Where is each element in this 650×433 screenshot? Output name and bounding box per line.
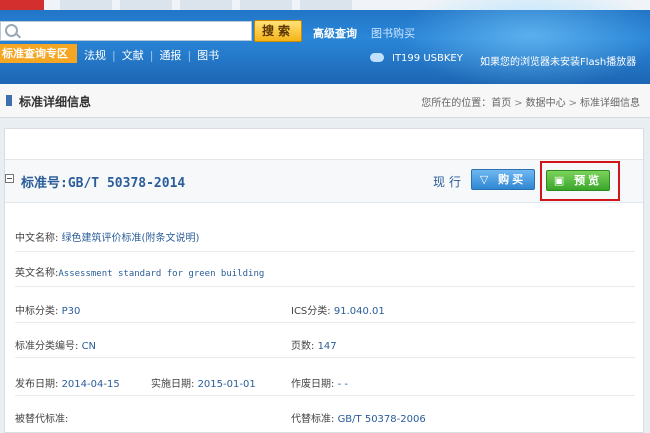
top-tab[interactable] <box>60 0 112 10</box>
field-label: 英文名称: <box>15 268 59 279</box>
field-pages: 页数: 147 <box>291 337 337 352</box>
standard-header: 标准号:GB/T 50378-2014 现行 ▽ 购买 ▣ 预览 <box>5 159 643 203</box>
main-nav: 法规 | 文献 | 通报 | 图书 <box>84 47 219 63</box>
field-label: 实施日期: <box>151 379 195 390</box>
nav-link-notices[interactable]: 通报 <box>159 47 181 63</box>
breadcrumb: 您所在的位置：首页 > 数据中心 > 标准详细信息 <box>421 94 640 109</box>
field-ccs: 中标分类: P30 <box>15 302 80 317</box>
field-value: 2014-04-15 <box>61 379 120 390</box>
field-replaces: 代替标准: GB/T 50378-2006 <box>291 410 426 425</box>
divider <box>15 251 635 252</box>
top-tab[interactable] <box>180 0 232 10</box>
nav-divider: | <box>187 49 192 62</box>
divider <box>15 357 635 358</box>
standard-number: 标准号:GB/T 50378-2014 <box>21 176 186 191</box>
status-badge: 现行 <box>433 175 466 189</box>
field-label: 中文名称: <box>15 233 59 244</box>
chevron-right-icon: > <box>568 98 577 109</box>
field-replaced-by: 被替代标准: <box>15 410 68 425</box>
field-label: 被替代标准: <box>15 414 69 425</box>
breadcrumb-item-current: 标准详细信息 <box>580 98 640 109</box>
highlight-box <box>540 161 620 201</box>
divider <box>15 286 635 287</box>
nav-link-regulations[interactable]: 法规 <box>84 47 106 63</box>
field-label: 发布日期: <box>15 379 59 390</box>
field-value[interactable]: 绿色建筑评价标准(附条文说明) <box>62 233 200 244</box>
usbkey-text: IT199 USBKEY <box>392 53 463 64</box>
divider <box>15 322 635 323</box>
field-cn-name: 中文名称: 绿色建筑评价标准(附条文说明) <box>15 229 199 244</box>
buy-button[interactable]: ▽ 购买 <box>471 169 535 190</box>
flash-notice[interactable]: 如果您的浏览器未安装Flash播放器 <box>480 53 636 68</box>
field-category-code: 标准分类编号: CN <box>15 337 96 352</box>
field-value: 2015-01-01 <box>197 379 256 390</box>
field-label: 代替标准: <box>291 414 335 425</box>
field-value: Assessment standard for green building <box>58 269 265 279</box>
field-value: P30 <box>61 306 81 317</box>
field-value: - - <box>337 379 348 390</box>
book-buy-link[interactable]: 图书购买 <box>371 25 415 41</box>
title-marker-icon <box>6 95 12 106</box>
header-decoration <box>400 0 650 84</box>
field-label: ICS分类: <box>291 306 331 317</box>
breadcrumb-bar: 标准详细信息 您所在的位置：首页 > 数据中心 > 标准详细信息 <box>0 84 650 118</box>
top-tab[interactable] <box>120 0 172 10</box>
cloud-icon <box>370 53 384 62</box>
search-button[interactable]: 搜索 <box>254 20 302 42</box>
breadcrumb-item-data-center[interactable]: 数据中心 <box>526 98 566 109</box>
divider <box>15 395 635 396</box>
chevron-right-icon: > <box>514 98 523 109</box>
field-void-date: 作废日期: - - <box>291 375 348 390</box>
standard-search-zone-tab[interactable]: 标准查询专区 <box>0 44 77 63</box>
info-bar: IT199 USBKEY 如果您的浏览器未安装Flash播放器 <box>370 52 650 68</box>
field-value: 147 <box>317 341 337 352</box>
field-label: 作废日期: <box>291 379 335 390</box>
field-en-name: 英文名称:Assessment standard for green build… <box>15 264 264 279</box>
field-value[interactable]: GB/T 50378-2006 <box>338 414 426 425</box>
field-implement-date: 实施日期: 2015-01-01 <box>151 375 256 390</box>
standard-detail-panel: 标准号:GB/T 50378-2014 现行 ▽ 购买 ▣ 预览 中文名称: 绿… <box>4 128 644 433</box>
nav-link-literature[interactable]: 文献 <box>122 47 144 63</box>
breadcrumb-prefix: 您所在的位置： <box>421 98 492 109</box>
top-tab[interactable] <box>240 0 292 10</box>
field-issue-date: 发布日期: 2014-04-15 <box>15 375 120 390</box>
site-header: 搜索 高级查询 图书购买 标准查询专区 法规 | 文献 | 通报 | 图书 IT199 US… <box>0 0 650 84</box>
collapse-icon[interactable] <box>5 174 14 183</box>
field-value: 91.040.01 <box>333 306 385 317</box>
top-tab[interactable] <box>300 0 352 10</box>
field-value: CN <box>81 341 97 352</box>
page-title: 标准详细信息 <box>19 95 92 109</box>
advanced-search-link[interactable]: 高级查询 <box>313 25 357 41</box>
nav-link-books[interactable]: 图书 <box>197 47 219 63</box>
search-icon <box>5 24 18 37</box>
nav-divider: | <box>112 49 116 62</box>
field-label: 页数: <box>291 341 315 352</box>
field-label: 中标分类: <box>15 306 59 317</box>
field-label: 标准分类编号: <box>15 341 79 352</box>
nav-divider: | <box>149 49 154 62</box>
field-ics: ICS分类: 91.040.01 <box>291 302 385 317</box>
top-tab-active[interactable] <box>0 0 44 10</box>
buy-label: 购买 <box>498 173 527 186</box>
breadcrumb-item-home[interactable]: 首页 <box>491 98 511 109</box>
search-input[interactable] <box>0 21 252 41</box>
